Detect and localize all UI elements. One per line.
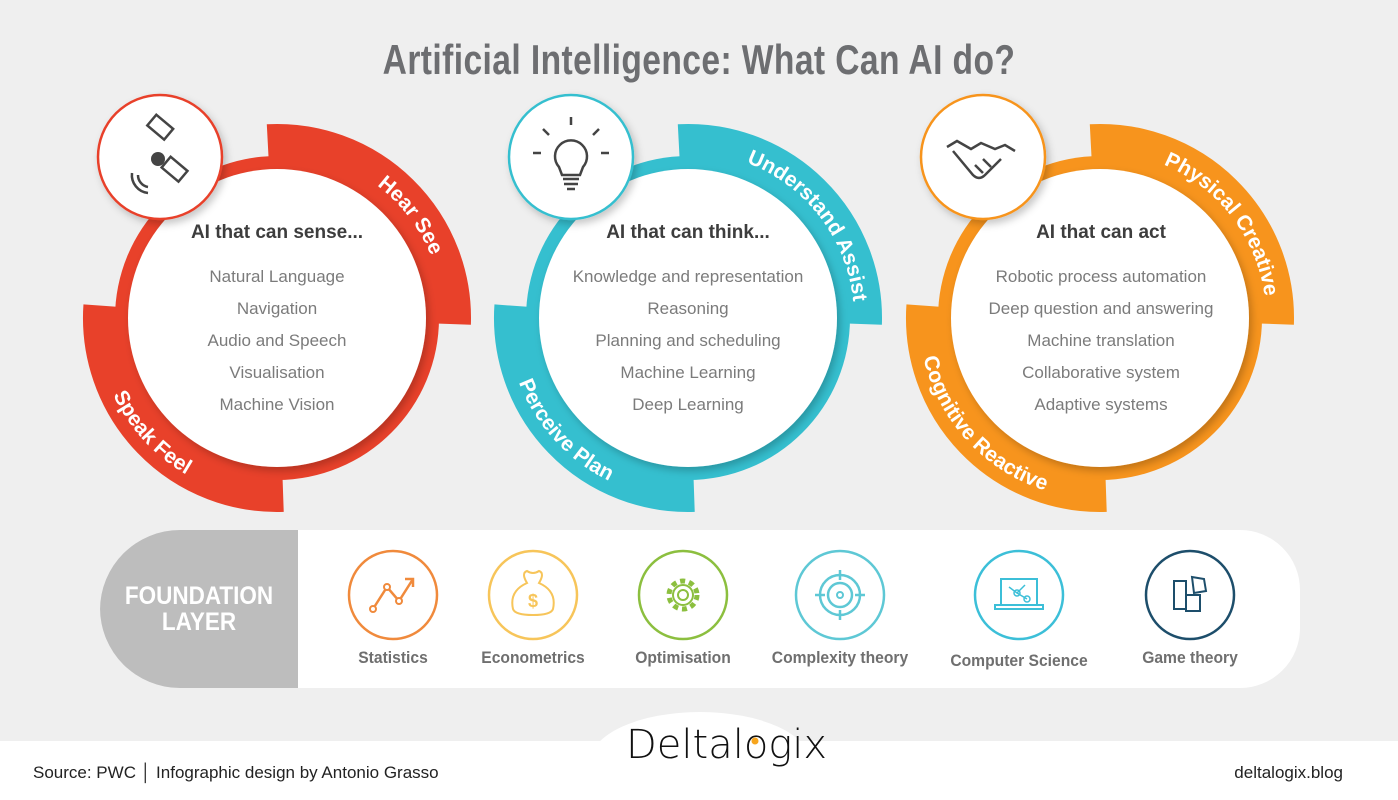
list-item: Deep Learning bbox=[632, 395, 744, 414]
foundation-label-line1: FOUNDATION bbox=[124, 582, 274, 610]
sense-heading: AI that can sense... bbox=[190, 222, 364, 243]
deltalogix-logo: Deltalogix bbox=[626, 722, 828, 768]
act-heading: AI that can act bbox=[1036, 222, 1166, 243]
list-item: Visualisation bbox=[229, 363, 325, 382]
list-item: Machine translation bbox=[1027, 331, 1175, 350]
act-circle-content: AI that can act Robotic process automati… bbox=[941, 222, 1261, 426]
act-icon-badge bbox=[919, 93, 1047, 221]
foundation-item-label: Complexity theory bbox=[771, 648, 909, 667]
foundation-item-laptop-network bbox=[973, 549, 1065, 641]
foundation-layer-label: FOUNDATION LAYER bbox=[110, 583, 288, 635]
foundation-item-gear bbox=[637, 549, 729, 641]
list-item: Planning and scheduling bbox=[595, 331, 781, 350]
sense-circle-content: AI that can sense... Natural Language Na… bbox=[117, 222, 437, 426]
list-item: Deep question and answering bbox=[988, 299, 1214, 318]
page-title: Artificial Intelligence: What Can AI do? bbox=[382, 36, 1016, 83]
list-item: Adaptive systems bbox=[1034, 395, 1168, 414]
list-item: Machine Learning bbox=[620, 363, 756, 382]
list-item: Natural Language bbox=[209, 267, 345, 286]
foundation-item-label: Optimisation bbox=[635, 648, 731, 667]
source-credit: Source: PWC │ Infographic design by Anto… bbox=[33, 763, 439, 782]
think-circle-content: AI that can think... Knowledge and repre… bbox=[528, 222, 848, 426]
foundation-item-label: Computer Science bbox=[950, 651, 1088, 670]
site-link[interactable]: deltalogix.blog bbox=[1234, 763, 1343, 783]
foundation-item-label: Game theory bbox=[1142, 648, 1238, 667]
list-item: Robotic process automation bbox=[995, 267, 1207, 286]
foundation-item-target bbox=[794, 549, 886, 641]
foundation-icon-circle bbox=[794, 549, 886, 641]
think-icon-badge bbox=[507, 93, 635, 221]
list-item: Machine Vision bbox=[219, 395, 335, 414]
foundation-icon-circle bbox=[637, 549, 729, 641]
foundation-item-money-bag: $ bbox=[487, 549, 579, 641]
think-heading: AI that can think... bbox=[606, 222, 770, 243]
list-item: Audio and Speech bbox=[207, 331, 347, 350]
list-item: Collaborative system bbox=[1022, 363, 1180, 382]
foundation-item-trend-chart bbox=[347, 549, 439, 641]
foundation-label-line2: LAYER bbox=[161, 608, 237, 636]
foundation-item-label: Statistics bbox=[358, 648, 428, 667]
list-item: Navigation bbox=[236, 299, 318, 318]
list-item: Reasoning bbox=[647, 299, 729, 318]
list-item: Knowledge and representation bbox=[572, 267, 804, 286]
foundation-item-label: Econometrics bbox=[481, 648, 585, 667]
svg-text:$: $ bbox=[528, 591, 538, 611]
foundation-item-puzzle bbox=[1144, 549, 1236, 641]
